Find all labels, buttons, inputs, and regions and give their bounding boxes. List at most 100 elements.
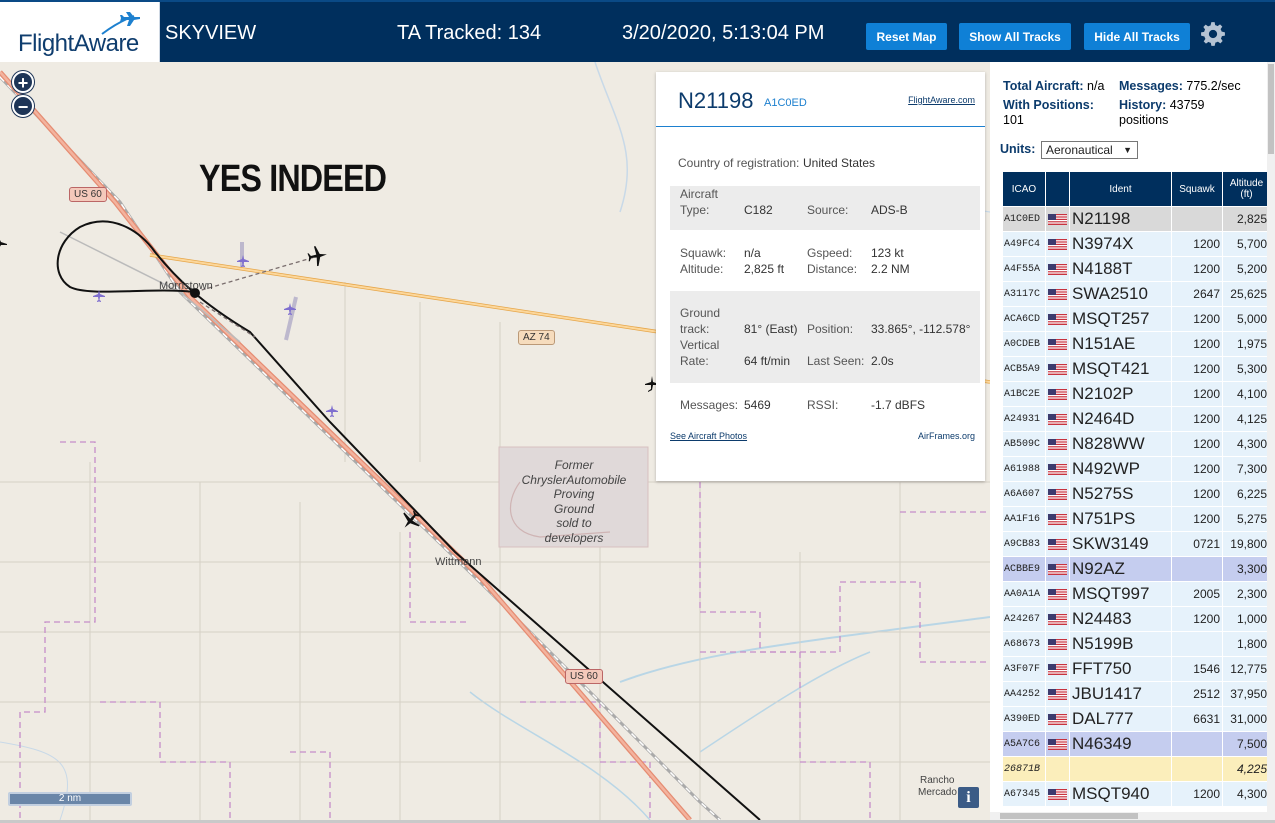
icao-cell: 26871B	[1002, 756, 1046, 782]
table-row[interactable]: A1BC2E N2102P 1200 4,100	[1002, 381, 1271, 407]
table-row[interactable]: AB509C N828WW 1200 4,300	[1002, 431, 1271, 457]
icao-cell: A0CDEB	[1002, 331, 1046, 357]
aircraft-icon[interactable]	[325, 404, 339, 418]
us-flag-icon	[1048, 739, 1067, 751]
squawk-cell: 2005	[1171, 581, 1223, 607]
flag-cell	[1045, 531, 1070, 557]
ident-cell: N3974X	[1069, 231, 1172, 257]
table-row[interactable]: A4F55A N4188T 1200 5,200	[1002, 256, 1271, 282]
table-row[interactable]: A68673 N5199B 1,800	[1002, 631, 1271, 657]
airframes-link[interactable]: AirFrames.org	[918, 431, 975, 441]
table-row[interactable]: A24267 N24483 1200 1,000	[1002, 606, 1271, 632]
flag-cell	[1045, 481, 1070, 507]
area-label: Former ChryslerAutomobile Proving Ground…	[521, 458, 627, 545]
scrollbar-thumb[interactable]	[1268, 64, 1274, 154]
zoom-out-button[interactable]: −	[12, 95, 34, 117]
ident-cell: SWA2510	[1069, 281, 1172, 307]
hide-all-tracks-button[interactable]: Hide All Tracks	[1084, 23, 1190, 50]
table-row[interactable]: A0CDEB N151AE 1200 1,975	[1002, 331, 1271, 357]
table-row[interactable]: A3117C SWA2510 2647 25,625	[1002, 281, 1271, 307]
track-position-row: Ground track: 81° (East) Position: 33.86…	[670, 291, 980, 383]
table-row[interactable]: A6A607 N5275S 1200 6,225	[1002, 481, 1271, 507]
aircraft-icon[interactable]	[400, 509, 422, 531]
table-row[interactable]: AA1F16 N751PS 1200 5,275	[1002, 506, 1271, 532]
squawk-speed-row: Squawk: n/a Gspeed: 123 kt Altitude: 2,8…	[680, 246, 910, 276]
flag-cell	[1045, 356, 1070, 382]
table-row[interactable]: ACB5A9 MSQT421 1200 5,300	[1002, 356, 1271, 382]
flightaware-link[interactable]: FlightAware.com	[908, 95, 975, 105]
caret-down-icon: ▼	[1123, 145, 1132, 155]
flightaware-logo[interactable]: FlightAware	[0, 2, 160, 64]
squawk-cell: 2647	[1171, 281, 1223, 307]
horizontal-scrollbar-thumb[interactable]	[1000, 813, 1138, 819]
table-row[interactable]: AA4252 JBU1417 2512 37,950	[1002, 681, 1271, 707]
squawk-cell: 1200	[1171, 406, 1223, 432]
us-flag-icon	[1048, 289, 1067, 301]
gear-icon[interactable]	[1200, 21, 1226, 47]
squawk-cell	[1171, 631, 1223, 657]
squawk-cell	[1171, 731, 1223, 757]
table-row[interactable]: A61988 N492WP 1200 7,300	[1002, 456, 1271, 482]
table-row[interactable]: A24931 N2464D 1200 4,125	[1002, 406, 1271, 432]
table-row[interactable]: A390ED DAL777 6631 31,000	[1002, 706, 1271, 732]
table-row[interactable]: A49FC4 N3974X 1200 5,700	[1002, 231, 1271, 257]
info-button[interactable]: i	[958, 787, 979, 808]
ident-cell: N5275S	[1069, 481, 1172, 507]
table-row[interactable]: ACA6CD MSQT257 1200 5,000	[1002, 306, 1271, 332]
aircraft-icon[interactable]	[0, 234, 10, 254]
table-row[interactable]: A9CB83 SKW3149 0721 19,800	[1002, 531, 1271, 557]
squawk-cell: 1200	[1171, 381, 1223, 407]
table-row[interactable]: A3F07F FFT750 1546 12,775	[1002, 656, 1271, 682]
table-header-row: ICAO Ident Squawk Altitude (ft)	[1002, 171, 1271, 207]
altitude-cell: 6,225	[1222, 481, 1271, 507]
squawk-cell: 6631	[1171, 706, 1223, 732]
flag-cell	[1045, 206, 1070, 232]
squawk-cell: 1200	[1171, 456, 1223, 482]
table-row[interactable]: 26871B 4,225	[1002, 756, 1271, 782]
ident-cell: N2102P	[1069, 381, 1172, 407]
icao-column-header[interactable]: ICAO	[1002, 171, 1046, 207]
table-row[interactable]: AA0A1A MSQT997 2005 2,300	[1002, 581, 1271, 607]
altitude-column-header[interactable]: Altitude (ft)	[1222, 171, 1271, 207]
squawk-cell: 1200	[1171, 256, 1223, 282]
flag-cell	[1045, 281, 1070, 307]
icao-cell: ACBBE9	[1002, 556, 1046, 582]
table-row[interactable]: A67345 MSQT940 1200 4,300	[1002, 781, 1271, 807]
units-dropdown[interactable]: Aeronautical ▼	[1041, 141, 1138, 159]
aircraft-icon[interactable]	[283, 302, 297, 316]
altitude-cell: 2,825	[1222, 206, 1271, 232]
icao-cell: AA0A1A	[1002, 581, 1046, 607]
squawk-cell	[1171, 206, 1223, 232]
ident-cell: N2464D	[1069, 406, 1172, 432]
selected-aircraft-icon[interactable]	[306, 245, 328, 267]
clock: 3/20/2020, 5:13:04 PM	[622, 22, 825, 44]
table-row[interactable]: A5A7C6 N46349 7,500	[1002, 731, 1271, 757]
table-row[interactable]: ACBBE9 N92AZ 3,300	[1002, 556, 1271, 582]
ident-cell: DAL777	[1069, 706, 1172, 732]
icao-cell: A24931	[1002, 406, 1046, 432]
altitude-cell: 7,500	[1222, 731, 1271, 757]
ident-column-header[interactable]: Ident	[1069, 171, 1172, 207]
aircraft-icon[interactable]	[92, 289, 106, 303]
aircraft-sidebar: Total Aircraft: n/a Messages: 775.2/sec …	[990, 62, 1275, 820]
ident-cell: SKW3149	[1069, 531, 1172, 557]
squawk-column-header[interactable]: Squawk	[1171, 171, 1223, 207]
icao-cell: A61988	[1002, 456, 1046, 482]
us-flag-icon	[1048, 364, 1067, 376]
us-flag-icon	[1048, 639, 1067, 651]
reset-map-button[interactable]: Reset Map	[866, 23, 947, 50]
vertical-scrollbar[interactable]	[1267, 62, 1275, 820]
show-all-tracks-button[interactable]: Show All Tracks	[959, 23, 1071, 50]
aircraft-photos-link[interactable]: See Aircraft Photos	[670, 431, 747, 441]
squawk-cell: 1200	[1171, 481, 1223, 507]
icao-cell: AB509C	[1002, 431, 1046, 457]
aircraft-icon[interactable]	[236, 254, 250, 268]
icao-cell: A3F07F	[1002, 656, 1046, 682]
altitude-cell: 25,625	[1222, 281, 1271, 307]
ident-cell: N24483	[1069, 606, 1172, 632]
table-row[interactable]: A1C0ED N21198 2,825	[1002, 206, 1271, 232]
flag-cell	[1045, 456, 1070, 482]
icao-cell: A6A607	[1002, 481, 1046, 507]
zoom-in-button[interactable]: +	[12, 71, 34, 93]
flag-column-header[interactable]	[1045, 171, 1070, 207]
